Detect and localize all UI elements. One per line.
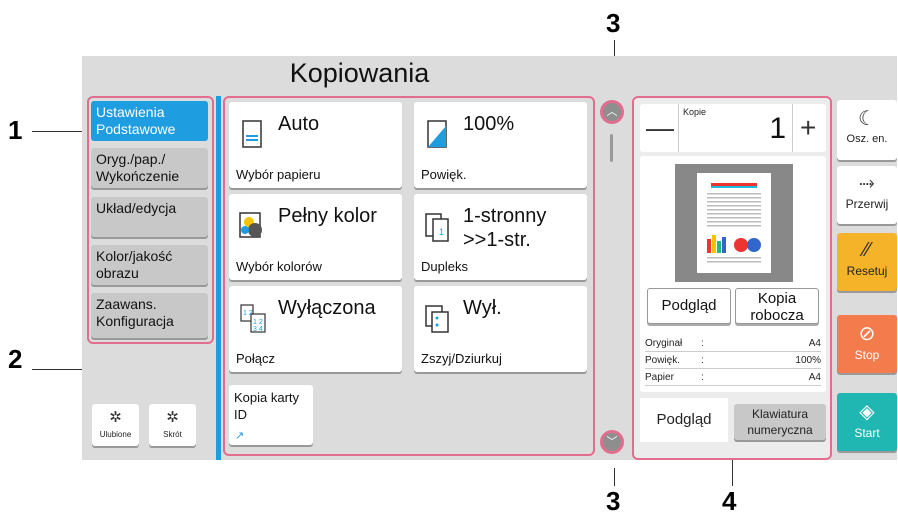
shortcut-arrow-icon: ↗ — [235, 430, 245, 442]
copies-control: — Kopie 1 + — [640, 104, 826, 152]
tab-numeric-keypad[interactable]: Klawiatura numeryczna — [734, 404, 826, 440]
info-colon: : — [701, 338, 704, 349]
callout-3-bottom: 3 — [606, 486, 621, 516]
stop-button[interactable]: ⊘ Stop — [837, 315, 897, 373]
preview-card: Podgląd Kopia robocza Oryginał : A4 Powi… — [640, 156, 826, 392]
color-selection-tile[interactable]: Pełny kolor Wybór kolorów — [229, 194, 402, 280]
reset-icon: ⁄⁄ — [863, 239, 871, 261]
shortcut-button[interactable]: ✲ Skrót — [149, 404, 196, 446]
svg-text:1 2: 1 2 — [253, 319, 263, 326]
zoom-tile[interactable]: 100% Powięk. — [414, 102, 587, 188]
copies-minus-button[interactable]: — — [646, 112, 674, 144]
tab-preview[interactable]: Podgląd — [640, 398, 728, 442]
reset-label: Resetuj — [846, 264, 888, 278]
info-original-key: Oryginał — [645, 338, 683, 349]
duplex-label: Dupleks — [421, 259, 468, 274]
stop-icon: ⊘ — [858, 323, 876, 345]
energy-saver-button[interactable]: ☾ Osz. en. — [837, 100, 897, 160]
color-label: Wybór kolorów — [236, 259, 322, 274]
info-paper-value: A4 — [808, 372, 821, 383]
svg-text:1 2: 1 2 — [243, 310, 253, 317]
info-original: Oryginał : A4 — [645, 336, 821, 352]
preview-thumbnail — [675, 164, 793, 282]
reset-button[interactable]: ⁄⁄ Resetuj — [837, 233, 897, 291]
moon-icon: ☾ — [858, 108, 876, 130]
zoom-label: Powięk. — [421, 167, 467, 182]
staple-punch-tile[interactable]: Wył. Zszyj/Dziurkuj — [414, 286, 587, 372]
leader-line-4 — [732, 460, 733, 486]
interrupt-icon: ⤑ — [859, 172, 875, 194]
leader-line-3-bottom — [614, 468, 615, 486]
combine-value: Wyłączona — [278, 297, 376, 319]
info-zoom-key: Powięk. — [645, 355, 681, 366]
paper-label: Wybór papieru — [236, 167, 321, 182]
info-original-value: A4 — [808, 338, 821, 349]
draft-copy-button[interactable]: Kopia robocza — [735, 288, 819, 324]
tab-original-paper-finishing[interactable]: Oryg./pap./ Wykończenie — [91, 148, 208, 188]
start-button[interactable]: ◈ Start — [837, 393, 897, 451]
scroll-down-button[interactable]: ﹀ — [600, 430, 624, 454]
document-preview-art — [707, 183, 761, 263]
paper-selection-tile[interactable]: Auto Wybór papieru — [229, 102, 402, 188]
svg-text:3 4: 3 4 — [253, 326, 263, 333]
tab-layout-edit[interactable]: Układ/edycja — [91, 197, 208, 237]
tab-advanced-setup[interactable]: Zaawans. Konfiguracja — [91, 293, 208, 338]
combine-icon: 1 21 23 4 — [240, 304, 266, 333]
duplex-value: 1-stronny >>1-str. — [463, 205, 547, 251]
callout-1: 1 — [8, 115, 23, 145]
paper-value: Auto — [278, 113, 320, 135]
callout-3-top: 3 — [606, 8, 621, 38]
divider — [216, 96, 221, 460]
info-zoom: Powięk. : 100% — [645, 353, 821, 369]
combine-tile[interactable]: 1 21 23 4 Wyłączona Połącz — [229, 286, 402, 372]
info-paper: Papier : A4 — [645, 370, 821, 386]
info-colon: : — [701, 355, 704, 366]
interrupt-label: Przerwij — [845, 197, 889, 211]
start-icon: ◈ — [859, 401, 875, 423]
energy-saver-label: Osz. en. — [846, 133, 888, 145]
callout-2: 2 — [8, 344, 23, 374]
gear-icon: ✲ — [166, 409, 179, 426]
staple-label: Zszyj/Dziurkuj — [421, 351, 502, 366]
copies-label: Kopie — [683, 107, 707, 117]
copy-screen: Kopiowania Ustawienia Podstawowe Oryg./p… — [82, 56, 897, 460]
favorites-button[interactable]: ✲ Ulubione — [92, 404, 139, 446]
id-card-label: Kopia karty ID — [234, 390, 300, 422]
scrollbar-thumb[interactable] — [610, 134, 613, 162]
info-paper-key: Papier — [645, 372, 674, 383]
page-title: Kopiowania — [289, 58, 430, 88]
svg-text:1: 1 — [439, 227, 444, 237]
combine-label: Połącz — [236, 351, 276, 366]
favorites-label: Ulubione — [99, 430, 132, 439]
info-zoom-value: 100% — [795, 355, 821, 366]
info-colon: : — [701, 372, 704, 383]
staple-icon — [425, 305, 449, 333]
zoom-value: 100% — [463, 113, 515, 135]
staple-value: Wył. — [463, 297, 502, 319]
gear-icon: ✲ — [109, 409, 122, 426]
copies-value: 1 — [769, 112, 786, 145]
stop-label: Stop — [854, 348, 880, 362]
preview-panel: — Kopie 1 + Podgląd Kopia robocza Orygin… — [632, 96, 832, 460]
interrupt-button[interactable]: ⤑ Przerwij — [837, 166, 897, 224]
color-icon — [239, 212, 262, 238]
shortcut-label: Skrót — [163, 430, 182, 439]
document-page-image — [697, 173, 771, 273]
callout-4: 4 — [722, 486, 737, 516]
copies-plus-button[interactable]: + — [800, 112, 816, 144]
tab-color-quality[interactable]: Kolor/jakość obrazu — [91, 245, 208, 285]
start-label: Start — [854, 426, 880, 440]
color-value: Pełny kolor — [278, 205, 377, 227]
scroll-up-button[interactable]: ︿ — [600, 100, 624, 124]
id-card-copy-tile[interactable]: Kopia karty ID ↗ — [229, 385, 313, 445]
preview-button[interactable]: Podgląd — [647, 288, 731, 324]
tab-basic-settings[interactable]: Ustawienia Podstawowe — [91, 101, 208, 141]
duplex-icon: 1 — [425, 213, 449, 242]
paper-icon — [242, 120, 262, 148]
duplex-tile[interactable]: 1 1-stronny >>1-str. Dupleks — [414, 194, 587, 280]
copies-field[interactable]: Kopie 1 — [678, 104, 793, 152]
zoom-icon — [427, 120, 447, 148]
